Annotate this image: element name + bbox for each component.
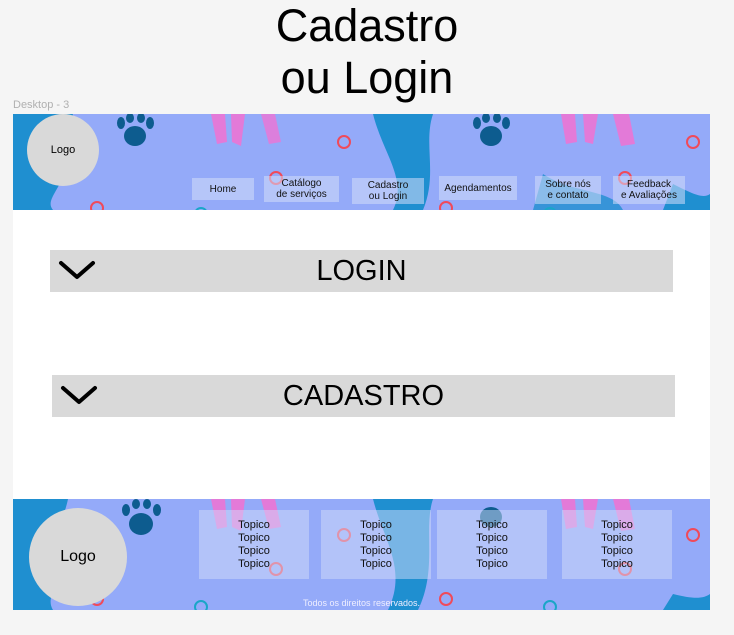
footer-topic-link[interactable]: Topico [321, 558, 431, 571]
footer-column-1: Topico Topico Topico Topico [199, 510, 309, 579]
nav-agendamentos-label: Agendamentos [444, 182, 512, 194]
footer-column-4: Topico Topico Topico Topico [562, 510, 672, 579]
footer-topic-link[interactable]: Topico [437, 558, 547, 571]
header-logo[interactable]: Logo [27, 114, 99, 186]
footer-topic-link[interactable]: Topico [199, 532, 309, 545]
footer-topic-link[interactable]: Topico [437, 519, 547, 532]
nav-home[interactable]: Home [192, 178, 254, 200]
nav-home-label: Home [209, 183, 237, 195]
page-title-line-1: Cadastro [275, 0, 459, 51]
nav-feedback-avaliacoes[interactable]: Feedback e Avaliações [613, 176, 685, 204]
page-title: Cadastro ou Login [0, 0, 734, 104]
login-section-label: LOGIN [316, 255, 407, 287]
footer-topic-link[interactable]: Topico [199, 519, 309, 532]
footer-topic-link[interactable]: Topico [437, 532, 547, 545]
page-title-line-2: ou Login [280, 52, 454, 103]
nav-cadastro-label-2: ou Login [368, 191, 408, 202]
nav-sobre-contato[interactable]: Sobre nós e contato [535, 176, 601, 204]
footer-column-2: Topico Topico Topico Topico [321, 510, 431, 579]
nav-cadastro-login[interactable]: Cadastro ou Login [352, 178, 424, 204]
header: Logo Home Catálogo de serviços Cadastro … [13, 114, 710, 210]
footer: Logo Topico Topico Topico Topico Topico … [13, 499, 710, 610]
footer-topic-link[interactable]: Topico [562, 558, 672, 571]
footer-logo[interactable]: Logo [29, 508, 127, 606]
footer-topic-link[interactable]: Topico [199, 558, 309, 571]
footer-topic-link[interactable]: Topico [562, 532, 672, 545]
footer-topic-link[interactable]: Topico [562, 519, 672, 532]
nav-catalogo-label-1: Catálogo [281, 178, 322, 189]
nav-feedback-label-1: Feedback [627, 179, 671, 190]
cadastro-section-header[interactable]: CADASTRO [52, 375, 675, 417]
footer-topic-link[interactable]: Topico [321, 532, 431, 545]
nav-feedback-label-2: e Avaliações [621, 190, 677, 201]
nav-catalogo-servicos[interactable]: Catálogo de serviços [264, 176, 339, 202]
footer-topic-link[interactable]: Topico [437, 545, 547, 558]
footer-topic-link[interactable]: Topico [321, 519, 431, 532]
nav-agendamentos[interactable]: Agendamentos [439, 176, 517, 200]
nav-catalogo-label-2: de serviços [276, 189, 327, 200]
footer-topic-link[interactable]: Topico [199, 545, 309, 558]
nav-sobre-label-1: Sobre nós [545, 179, 591, 190]
login-section-header[interactable]: LOGIN [50, 250, 673, 292]
cadastro-section-label: CADASTRO [282, 380, 445, 412]
footer-topic-link[interactable]: Topico [562, 545, 672, 558]
copyright-text: Todos os direitos reservados. [302, 598, 421, 608]
frame-label: Desktop - 3 [13, 99, 70, 111]
footer-column-3: Topico Topico Topico Topico [437, 510, 547, 579]
nav-cadastro-label-1: Cadastro [367, 180, 409, 191]
footer-topic-link[interactable]: Topico [321, 545, 431, 558]
desktop-frame: Logo Home Catálogo de serviços Cadastro … [13, 114, 710, 610]
nav-sobre-label-2: e contato [547, 190, 589, 201]
